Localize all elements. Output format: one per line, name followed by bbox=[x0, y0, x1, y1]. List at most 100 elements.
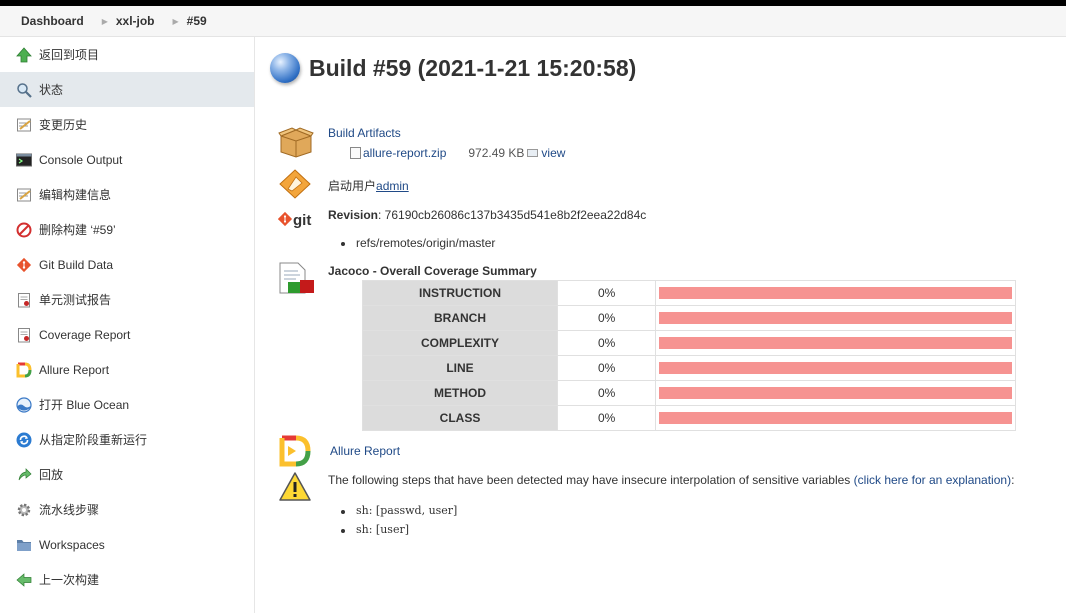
table-row: BRANCH 0% bbox=[362, 305, 1016, 331]
sidebar-item-label: 上一次构建 bbox=[39, 573, 100, 587]
sidebar-item-git-build-data[interactable]: Git Build Data bbox=[0, 247, 254, 282]
package-box-icon bbox=[278, 126, 318, 161]
build-artifacts-link[interactable]: Build Artifacts bbox=[328, 126, 565, 146]
coverage-bar bbox=[659, 412, 1012, 424]
coverage-metric-name: BRANCH bbox=[362, 305, 558, 331]
coverage-bar bbox=[659, 312, 1012, 324]
sidebar-item-previous-build[interactable]: 上一次构建 bbox=[0, 562, 254, 597]
sidebar-item-back-to-project[interactable]: 返回到项目 bbox=[0, 37, 254, 72]
table-row: METHOD 0% bbox=[362, 380, 1016, 406]
breadcrumb-job[interactable]: xxl-job bbox=[108, 14, 165, 28]
sidebar: 返回到项目 状态 变更历史 Console Output 编辑构建信息 删除构建… bbox=[0, 37, 255, 613]
sidebar-item-console-output[interactable]: Console Output bbox=[0, 142, 254, 177]
replay-arrow-icon bbox=[15, 466, 33, 484]
notepad-icon bbox=[15, 186, 33, 204]
coverage-metric-pct: 0% bbox=[557, 305, 656, 331]
sidebar-item-label: Coverage Report bbox=[39, 327, 131, 342]
allure-report-link[interactable]: Allure Report bbox=[330, 444, 400, 458]
table-row: COMPLEXITY 0% bbox=[362, 330, 1016, 356]
revision-section: git Revision: 76190cb26086c137b3435d541e… bbox=[277, 204, 647, 255]
breadcrumb-build[interactable]: #59 bbox=[179, 14, 217, 28]
breadcrumb: Dashboard ▶ xxl-job ▶ #59 bbox=[0, 6, 1066, 37]
sidebar-item-workspaces[interactable]: Workspaces bbox=[0, 527, 254, 562]
sidebar-item-coverage-report[interactable]: Coverage Report bbox=[0, 317, 254, 352]
sidebar-item-label: 删除构建 ‘#59’ bbox=[39, 223, 116, 237]
warning-text: The following steps that have been detec… bbox=[328, 473, 854, 487]
table-row: LINE 0% bbox=[362, 355, 1016, 381]
table-row: INSTRUCTION 0% bbox=[362, 280, 1016, 306]
sidebar-item-status[interactable]: 状态 bbox=[0, 72, 254, 107]
blue-ocean-icon bbox=[15, 396, 33, 414]
sidebar-item-label: Allure Report bbox=[39, 362, 110, 377]
started-by-prefix: 启动用户 bbox=[328, 179, 377, 193]
revision-label: Revision bbox=[328, 208, 379, 222]
jacoco-title: Jacoco - Overall Coverage Summary bbox=[328, 264, 537, 278]
file-icon bbox=[350, 147, 361, 159]
revision-hash: : 76190cb26086c137b3435d541e8b2f2eea22d8… bbox=[378, 208, 647, 222]
magnifier-icon bbox=[15, 81, 33, 99]
warning-icon bbox=[278, 471, 318, 542]
list-item: sh: [user] bbox=[340, 523, 1014, 542]
refresh-icon bbox=[15, 431, 33, 449]
build-status-ball-icon bbox=[270, 53, 300, 83]
coverage-metric-pct: 0% bbox=[557, 280, 656, 306]
artifact-size: 972.49 KB bbox=[468, 146, 525, 160]
sidebar-item-edit-build-info[interactable]: 编辑构建信息 bbox=[0, 177, 254, 212]
page-title: Build #59 (2021-1-21 15:20:58) bbox=[309, 54, 637, 81]
build-title-row: Build #59 (2021-1-21 15:20:58) bbox=[270, 53, 636, 83]
coverage-bar-cell bbox=[655, 405, 1016, 431]
sidebar-item-unit-test-report[interactable]: 单元测试报告 bbox=[0, 282, 254, 317]
notepad-icon bbox=[15, 116, 33, 134]
git-logo-icon: git bbox=[277, 204, 318, 255]
coverage-bar bbox=[659, 337, 1012, 349]
sidebar-item-label: Git Build Data bbox=[39, 257, 114, 272]
view-icon bbox=[527, 149, 539, 157]
build-artifacts-section: Build Artifacts allure-report.zip 972.49… bbox=[278, 126, 565, 161]
coverage-bar-cell bbox=[655, 355, 1016, 381]
coverage-metric-name: INSTRUCTION bbox=[362, 280, 558, 306]
explanation-link[interactable]: (click here for an explanation) bbox=[854, 473, 1011, 487]
sidebar-item-label: 状态 bbox=[39, 83, 64, 97]
sidebar-item-delete-build[interactable]: 删除构建 ‘#59’ bbox=[0, 212, 254, 247]
coverage-metric-name: METHOD bbox=[362, 380, 558, 406]
sidebar-item-label: 变更历史 bbox=[39, 118, 88, 132]
warning-section: The following steps that have been detec… bbox=[278, 471, 1014, 542]
sidebar-item-pipeline-steps[interactable]: 流水线步骤 bbox=[0, 492, 254, 527]
artifact-file-link[interactable]: allure-report.zip bbox=[363, 146, 446, 160]
allure-logo-icon bbox=[278, 434, 318, 471]
revision-branch: refs/remotes/origin/master bbox=[340, 236, 646, 255]
sidebar-item-label: 打开 Blue Ocean bbox=[39, 398, 130, 412]
terminal-icon bbox=[15, 151, 33, 169]
left-arrow-icon bbox=[15, 571, 33, 589]
sidebar-item-allure-report[interactable]: Allure Report bbox=[0, 352, 254, 387]
up-arrow-icon bbox=[15, 46, 33, 64]
sidebar-item-changes[interactable]: 变更历史 bbox=[0, 107, 254, 142]
sidebar-item-replay[interactable]: 回放 bbox=[0, 457, 254, 492]
sidebar-item-blue-ocean[interactable]: 打开 Blue Ocean bbox=[0, 387, 254, 422]
coverage-bar bbox=[659, 387, 1012, 399]
folder-icon bbox=[15, 536, 33, 554]
table-row: CLASS 0% bbox=[362, 405, 1016, 431]
coverage-table: INSTRUCTION 0% BRANCH 0% COMPLEXITY 0% L… bbox=[362, 280, 1016, 431]
coverage-bar-cell bbox=[655, 305, 1016, 331]
artifact-view-link[interactable]: view bbox=[541, 146, 565, 160]
coverage-metric-name: COMPLEXITY bbox=[362, 330, 558, 356]
coverage-metric-pct: 0% bbox=[557, 330, 656, 356]
sidebar-item-label: 流水线步骤 bbox=[39, 503, 100, 517]
sidebar-item-rerun-from-stage[interactable]: 从指定阶段重新运行 bbox=[0, 422, 254, 457]
svg-text:git: git bbox=[293, 212, 311, 229]
breadcrumb-dashboard[interactable]: Dashboard bbox=[0, 14, 94, 28]
sidebar-item-label: 编辑构建信息 bbox=[39, 188, 112, 202]
coverage-bar bbox=[659, 287, 1012, 299]
coverage-report-icon bbox=[278, 262, 318, 299]
list-item: sh: [passwd, user] bbox=[340, 504, 1014, 523]
coverage-bar-cell bbox=[655, 280, 1016, 306]
allure-section: Allure Report bbox=[278, 434, 400, 471]
coverage-metric-name: LINE bbox=[362, 355, 558, 381]
started-by-user-link[interactable]: admin bbox=[376, 179, 409, 193]
coverage-metric-pct: 0% bbox=[557, 380, 656, 406]
no-entry-icon bbox=[15, 221, 33, 239]
artifact-row: allure-report.zip 972.49 KB view bbox=[328, 146, 565, 160]
coverage-metric-pct: 0% bbox=[557, 355, 656, 381]
sidebar-item-label: 回放 bbox=[39, 468, 64, 482]
